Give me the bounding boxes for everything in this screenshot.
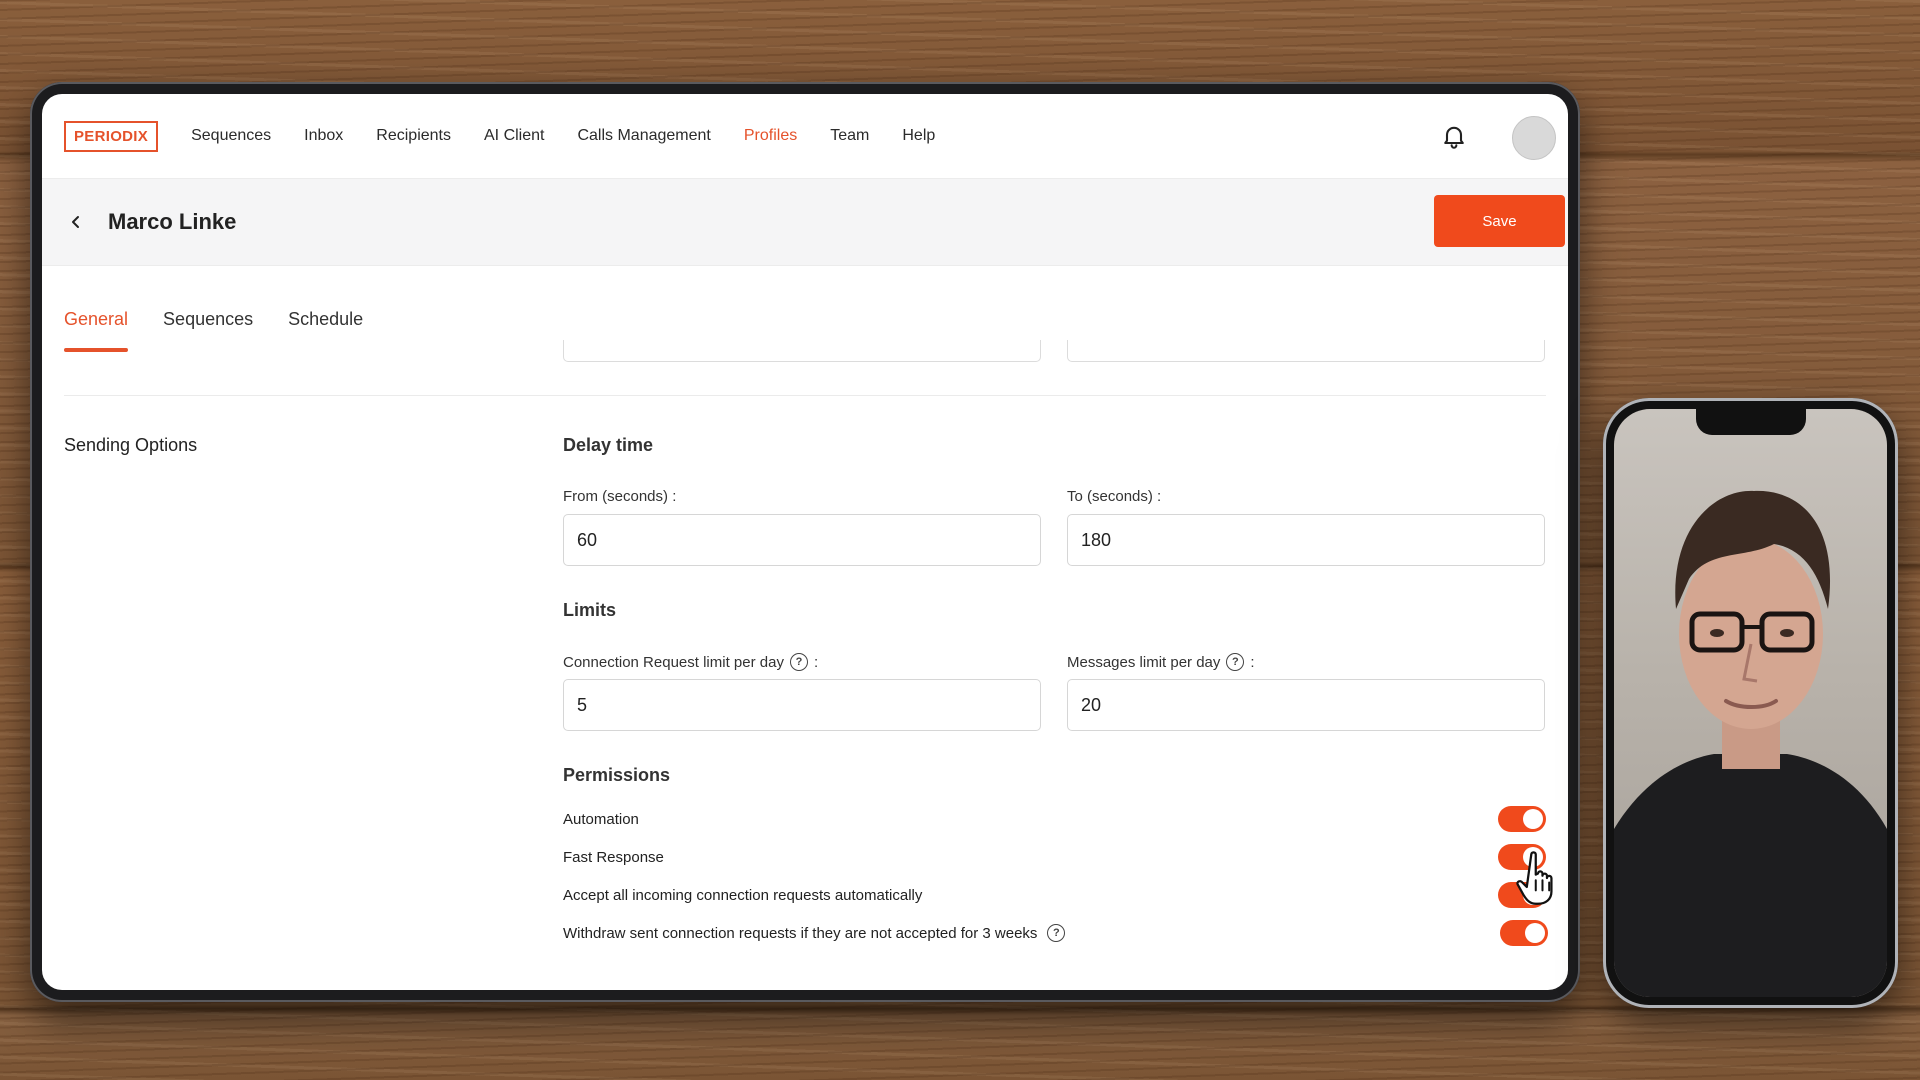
presenter-figure — [1614, 490, 1887, 997]
nav-item-recipients[interactable]: Recipients — [376, 127, 451, 145]
permission-label-withdraw: Withdraw sent connection requests if the… — [563, 924, 1066, 942]
help-icon[interactable]: ? — [1226, 653, 1245, 671]
permission-label-fast-response: Fast Response — [563, 848, 664, 866]
from-seconds-label: From (seconds) : — [563, 488, 676, 505]
delay-time-heading: Delay time — [563, 435, 654, 455]
avatar[interactable] — [1512, 116, 1556, 160]
permission-row-accept-requests: Accept all incoming connection requests … — [563, 880, 1546, 910]
general-settings: Sending Options Delay time From (seconds… — [42, 340, 1568, 908]
nav-item-help[interactable]: Help — [902, 127, 935, 145]
messages-limit-label: Messages limit per day ? : — [1067, 653, 1255, 671]
phone-notch — [1695, 409, 1806, 435]
withdraw-requests-toggle[interactable] — [1500, 920, 1548, 946]
presenter-video — [1614, 409, 1887, 997]
tab-schedule[interactable]: Schedule — [288, 309, 363, 352]
limits-heading: Limits — [563, 600, 617, 620]
periodix-logo[interactable]: PERIODIX — [64, 120, 159, 152]
nav-item-ai-client[interactable]: AI Client — [484, 127, 544, 145]
to-seconds-label: To (seconds) : — [1067, 488, 1161, 505]
connection-limit-label: Connection Request limit per day ? : — [563, 653, 818, 671]
chevron-left-icon — [72, 216, 79, 228]
colon: : — [1250, 653, 1255, 671]
hand-pointer-icon — [1516, 851, 1553, 905]
from-seconds-label-text: From (seconds) : — [563, 488, 677, 505]
from-seconds-input[interactable]: 60 — [563, 514, 1041, 566]
section-label-sending-options: Sending Options — [64, 435, 198, 455]
app-screen: PERIODIX Sequences Inbox Recipients AI C… — [42, 94, 1568, 990]
tab-sequences[interactable]: Sequences — [163, 309, 253, 352]
back-button[interactable] — [56, 202, 96, 242]
nav-item-team[interactable]: Team — [830, 127, 869, 145]
to-seconds-input[interactable]: 180 — [1067, 514, 1545, 566]
permission-row-fast-response: Fast Response — [563, 842, 1546, 872]
tab-general[interactable]: General — [64, 309, 129, 352]
help-icon[interactable]: ? — [1047, 924, 1066, 942]
permission-label-accept-requests: Accept all incoming connection requests … — [563, 886, 923, 904]
page-header: Marco Linke Save — [42, 179, 1568, 266]
nav-item-profiles[interactable]: Profiles — [744, 127, 797, 145]
bell-icon[interactable] — [1440, 122, 1468, 150]
nav-item-sequences[interactable]: Sequences — [191, 127, 271, 145]
help-icon[interactable]: ? — [789, 653, 808, 671]
connection-limit-input[interactable]: 5 — [563, 679, 1041, 731]
permission-label-automation: Automation — [563, 810, 639, 828]
permission-row-withdraw: Withdraw sent connection requests if the… — [563, 918, 1548, 948]
scrolled-input-left[interactable] — [563, 340, 1041, 362]
messages-limit-label-text: Messages limit per day — [1067, 653, 1221, 671]
permission-label-withdraw-text: Withdraw sent connection requests if the… — [563, 924, 1038, 942]
scrolled-input-right[interactable] — [1067, 340, 1545, 362]
phone-frame — [1603, 398, 1898, 1008]
page-title: Marco Linke — [108, 209, 237, 234]
permission-row-automation: Automation — [563, 804, 1546, 834]
permissions-heading: Permissions — [563, 765, 671, 785]
section-divider — [64, 395, 1546, 396]
automation-toggle[interactable] — [1498, 806, 1546, 832]
connection-limit-label-text: Connection Request limit per day — [563, 653, 784, 671]
to-seconds-label-text: To (seconds) : — [1067, 488, 1162, 505]
nav-item-inbox[interactable]: Inbox — [304, 127, 343, 145]
colon: : — [813, 653, 819, 671]
nav-item-calls-management[interactable]: Calls Management — [577, 127, 710, 145]
top-navigation: PERIODIX Sequences Inbox Recipients AI C… — [42, 94, 1568, 179]
save-button[interactable]: Save — [1434, 195, 1565, 247]
messages-limit-input[interactable]: 20 — [1067, 679, 1545, 731]
tablet-frame: PERIODIX Sequences Inbox Recipients AI C… — [30, 82, 1580, 1002]
